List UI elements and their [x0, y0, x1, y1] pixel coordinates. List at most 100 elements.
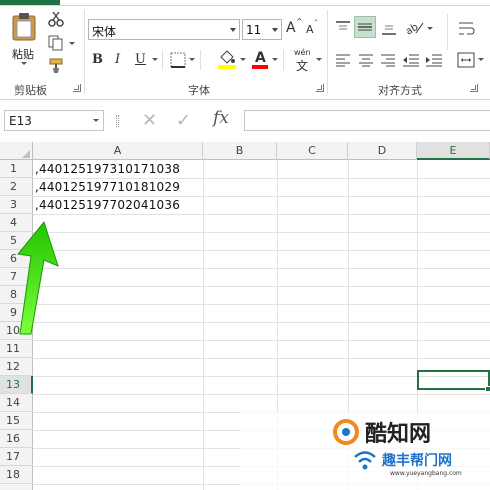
- watermark-title: 酷知网: [365, 422, 432, 447]
- fill-color-swatch: [218, 65, 236, 69]
- alignment-group-label: 对齐方式: [378, 84, 422, 97]
- increase-font-size-button[interactable]: A ^: [286, 17, 303, 38]
- separator: [283, 50, 284, 70]
- italic-button[interactable]: I: [115, 52, 129, 68]
- row-header[interactable]: 18: [0, 466, 33, 484]
- clipboard-icon: [12, 13, 36, 41]
- watermark-url: www.yueyangbang.com: [390, 470, 462, 477]
- copy-icon[interactable]: [48, 35, 64, 51]
- enter-icon[interactable]: ✓: [176, 110, 191, 131]
- insert-function-icon[interactable]: fx: [213, 108, 229, 128]
- decrease-indent-icon[interactable]: [402, 53, 420, 67]
- align-center-icon[interactable]: [358, 53, 374, 67]
- underline-button[interactable]: U: [135, 52, 149, 68]
- middle-align-button[interactable]: [354, 16, 376, 38]
- chevron-down-icon[interactable]: [269, 20, 281, 39]
- formula-bar: E13 ✕ ✓ fx: [0, 106, 490, 136]
- row-header[interactable]: 16: [0, 430, 33, 448]
- paste-button[interactable]: 粘贴: [6, 10, 42, 68]
- wifi-logo-icon: [354, 451, 376, 470]
- font-size-value: 11: [246, 23, 262, 37]
- top-align-icon[interactable]: [334, 20, 352, 36]
- bold-button[interactable]: B: [92, 52, 106, 68]
- ribbon-divider: [0, 5, 490, 6]
- font-dialog-launcher-icon[interactable]: [316, 84, 324, 92]
- gridline: [33, 304, 490, 305]
- borders-icon[interactable]: [170, 52, 186, 68]
- phonetic-guide-button[interactable]: wén 文: [292, 48, 314, 73]
- phonetic-icon: 文: [296, 59, 309, 73]
- column-header-d[interactable]: D: [348, 142, 417, 160]
- font-color-icon: A: [255, 50, 266, 66]
- font-color-dropdown-icon[interactable]: [272, 58, 278, 61]
- svg-text:ab: ab: [404, 22, 420, 36]
- orientation-dropdown-icon[interactable]: [427, 27, 433, 30]
- annotation-arrow-icon: [17, 220, 59, 335]
- fill-color-dropdown-icon[interactable]: [240, 58, 246, 61]
- borders-dropdown-icon[interactable]: [189, 58, 195, 61]
- chevron-down-icon[interactable]: [227, 20, 239, 39]
- format-painter-icon[interactable]: [48, 58, 66, 74]
- gridline: [33, 232, 490, 233]
- separator: [200, 50, 201, 70]
- font-color-swatch: [252, 65, 268, 69]
- watermark-subtitle: 趣丰帮门网: [382, 453, 452, 469]
- copy-dropdown-icon[interactable]: [69, 42, 75, 45]
- font-size-combobox[interactable]: 11: [242, 19, 282, 40]
- active-cell-e13[interactable]: [417, 370, 490, 390]
- increase-font-icon: A: [286, 20, 296, 36]
- cut-icon[interactable]: [48, 11, 64, 27]
- clipboard-group-label: 剪贴板: [14, 84, 47, 97]
- fill-color-button[interactable]: [218, 50, 236, 70]
- phonetic-pinyin-text: wén: [294, 48, 311, 57]
- fill-handle[interactable]: [485, 386, 490, 392]
- align-right-icon[interactable]: [380, 53, 396, 67]
- paint-bucket-icon: [220, 50, 235, 64]
- phonetic-dropdown-icon[interactable]: [316, 58, 322, 61]
- gridline: [33, 340, 490, 341]
- align-left-icon[interactable]: [335, 53, 351, 67]
- decrease-font-size-button[interactable]: A ˇ: [306, 19, 322, 38]
- row-header-selected[interactable]: 13: [0, 376, 33, 394]
- separator: [162, 50, 163, 70]
- watermark: 酷知网 趣丰帮门网 www.yueyangbang.com: [240, 412, 490, 490]
- cancel-icon[interactable]: ✕: [142, 110, 157, 131]
- alignment-dialog-launcher-icon[interactable]: [470, 84, 478, 92]
- bottom-align-icon[interactable]: [380, 20, 398, 36]
- merge-dropdown-icon[interactable]: [478, 58, 484, 61]
- group-separator: [327, 10, 328, 94]
- name-box-splitter[interactable]: [116, 115, 119, 127]
- increase-indent-icon[interactable]: [425, 53, 443, 67]
- underline-dropdown-icon[interactable]: [152, 58, 158, 61]
- gridline: [33, 394, 490, 395]
- name-box-value: E13: [9, 114, 32, 128]
- column-header-b[interactable]: B: [203, 142, 277, 160]
- column-header-c[interactable]: C: [277, 142, 348, 160]
- chevron-down-icon[interactable]: [93, 119, 99, 122]
- watermark-logo-icon: [333, 419, 359, 445]
- gridline: [203, 160, 204, 490]
- row-header[interactable]: 17: [0, 448, 33, 466]
- formula-input[interactable]: [244, 110, 490, 131]
- clipboard-dialog-launcher-icon[interactable]: [73, 84, 81, 92]
- chevron-down-icon: [21, 62, 27, 65]
- font-name-combobox[interactable]: 宋体: [88, 19, 240, 40]
- column-header-e[interactable]: E: [417, 142, 490, 160]
- gridline: [33, 286, 490, 287]
- font-group-label: 字体: [188, 84, 210, 97]
- row-header[interactable]: 14: [0, 394, 33, 412]
- font-name-value: 宋体: [92, 25, 117, 39]
- ribbon: 粘贴 剪贴板 宋体 11 A ^ A ˇ B I U A wén 文 字体 ab…: [0, 0, 490, 100]
- merge-center-icon[interactable]: [457, 52, 475, 68]
- group-separator: [84, 10, 85, 94]
- font-color-button[interactable]: A: [252, 50, 268, 70]
- name-box[interactable]: E13: [4, 110, 104, 131]
- italic-icon: I: [115, 52, 121, 67]
- group-separator: [447, 14, 448, 50]
- middle-align-icon: [358, 23, 372, 31]
- row-header[interactable]: 15: [0, 412, 33, 430]
- orientation-icon[interactable]: ab: [404, 18, 424, 36]
- wrap-text-icon[interactable]: [457, 20, 475, 36]
- gridline: [33, 214, 490, 215]
- bold-icon: B: [92, 52, 103, 67]
